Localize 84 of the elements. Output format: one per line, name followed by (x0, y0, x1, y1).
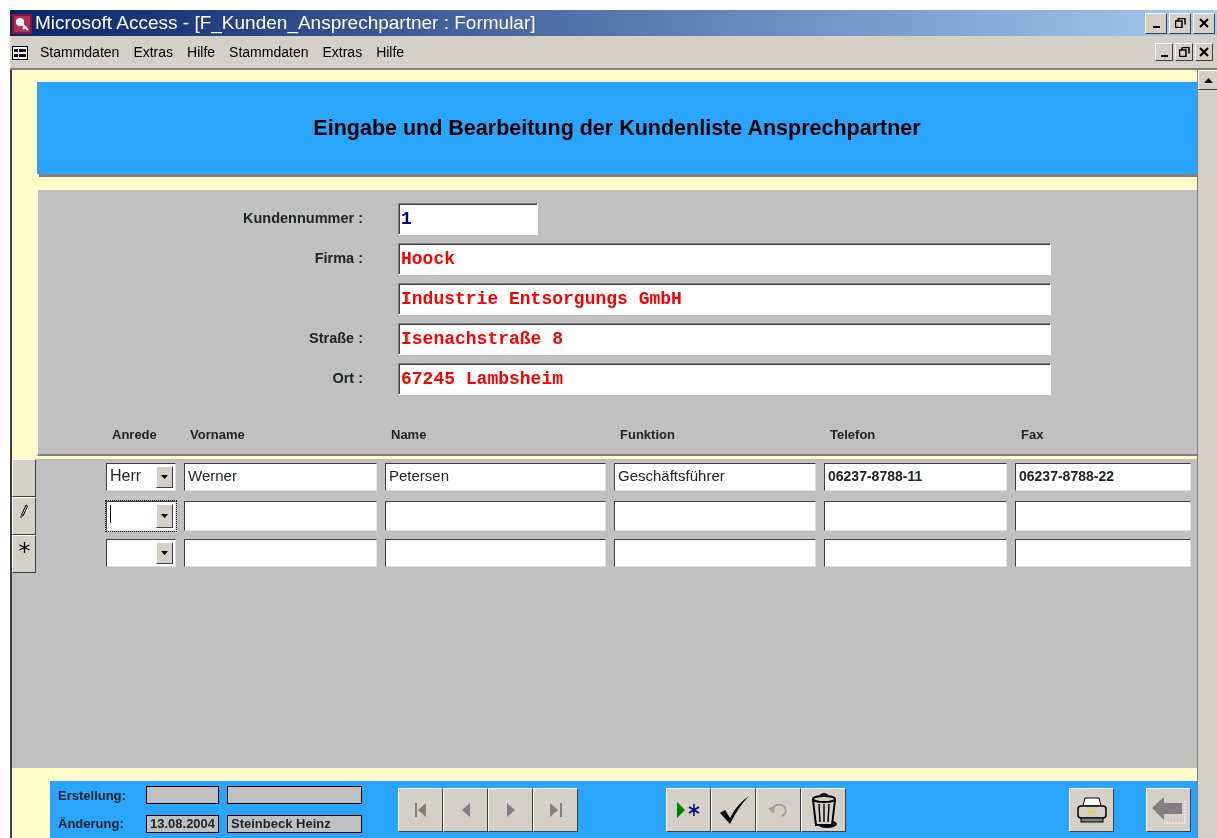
input-field[interactable] (1015, 501, 1191, 531)
column-header: Telefon (830, 425, 877, 444)
close-button[interactable] (1193, 12, 1215, 34)
scrollbar[interactable] (1197, 70, 1217, 838)
field-label: Straße : (308, 329, 364, 349)
close-icon (1199, 47, 1209, 57)
input-field[interactable] (824, 501, 1007, 531)
new-record-icon (676, 801, 701, 818)
minimize-button[interactable] (1145, 12, 1167, 34)
record-selector[interactable] (12, 459, 36, 497)
column-header: Fax (1021, 425, 1045, 444)
input-field[interactable]: Werner (184, 463, 377, 491)
input-field[interactable] (614, 539, 816, 567)
column-header: Vorname (190, 425, 246, 444)
input-field[interactable]: 1 (398, 203, 538, 235)
minimize-button[interactable] (1155, 43, 1173, 61)
new-record-button[interactable] (666, 787, 711, 832)
input-field[interactable]: Geschäftsführer (614, 463, 816, 491)
delete-button[interactable] (801, 787, 846, 832)
first-record-icon (414, 802, 427, 817)
column-header: Funktion (620, 425, 676, 444)
field-label: Änderung: (58, 815, 125, 833)
input-field[interactable]: Hoock (398, 243, 1051, 275)
caret-icon[interactable] (161, 475, 168, 479)
restore-icon (1174, 18, 1186, 28)
input-field[interactable] (824, 539, 1007, 567)
caret-icon[interactable] (161, 551, 168, 555)
column-header: Anrede (112, 425, 158, 444)
user-field: Steinbeck Heinz (227, 814, 362, 833)
column-header: Name (391, 425, 428, 444)
undo-icon (767, 801, 790, 818)
input-field[interactable]: Petersen (385, 463, 606, 491)
caret-icon[interactable] (161, 514, 168, 518)
pencil-icon (20, 504, 28, 518)
app-key-icon (12, 13, 32, 34)
window-title: Microsoft Access - [F_Kunden_Ansprechpartner : Formular] (35, 10, 536, 36)
save-button[interactable] (711, 787, 756, 832)
form-heading: Eingabe und Bearbeitung der Kundenliste Ansprechpartner (313, 114, 921, 142)
field-label: Erstellung: (58, 786, 127, 805)
input-field[interactable]: 67245 Lambsheim (398, 363, 1051, 395)
close-button[interactable] (1195, 43, 1213, 61)
input-field[interactable] (1015, 539, 1191, 567)
input-field[interactable]: 06237-8788-11 (824, 463, 1007, 491)
previous-record-icon (461, 802, 470, 817)
last-record-icon (549, 802, 562, 817)
input-field[interactable] (385, 501, 606, 531)
exit-arrow-icon (1151, 794, 1186, 825)
input-field[interactable] (614, 501, 816, 531)
checkmark-icon (718, 795, 749, 824)
field-label: Kundennummer : (241, 209, 364, 229)
print-button[interactable] (1069, 787, 1114, 832)
date-field: 13.08.2004 (146, 814, 219, 833)
up-arrow-icon (1203, 77, 1213, 83)
menu-item[interactable]: Hilfe (185, 41, 218, 63)
input-field[interactable] (385, 539, 606, 567)
input-field[interactable] (184, 539, 377, 567)
input-field[interactable]: Isenachstraße 8 (398, 323, 1051, 355)
restore-button[interactable] (1169, 12, 1191, 34)
next-record-icon (506, 802, 515, 817)
record-selector[interactable] (12, 535, 36, 573)
menu-item[interactable]: Extras (320, 41, 365, 63)
scroll-up-button[interactable] (1198, 70, 1217, 90)
menu-item[interactable]: Stammdaten (38, 41, 122, 63)
form-icon[interactable] (12, 45, 28, 60)
record-selector[interactable] (12, 497, 36, 535)
printer-icon (1076, 796, 1107, 823)
field-label: Ort : (331, 369, 364, 389)
restore-button[interactable] (1175, 43, 1193, 61)
menu-item[interactable]: Hilfe (374, 41, 407, 63)
asterisk-icon (18, 542, 30, 553)
input-field[interactable]: 06237-8788-22 (1015, 463, 1191, 491)
field-label: Firma : (313, 249, 364, 269)
close-icon (1199, 18, 1209, 28)
dropdown-field[interactable]: Herr (106, 463, 176, 491)
input-field[interactable]: Industrie Entsorgungs GmbH (398, 283, 1051, 315)
minimize-icon (1160, 55, 1168, 57)
restore-icon (1178, 47, 1190, 57)
menu-item[interactable]: Stammdaten (227, 41, 311, 63)
menu-item[interactable]: Extras (131, 41, 176, 63)
input-field[interactable] (184, 501, 377, 531)
trash-can-icon (809, 791, 838, 828)
dropdown-field[interactable] (106, 501, 176, 531)
minimize-icon (1152, 26, 1160, 28)
dropdown-field[interactable] (106, 539, 176, 567)
